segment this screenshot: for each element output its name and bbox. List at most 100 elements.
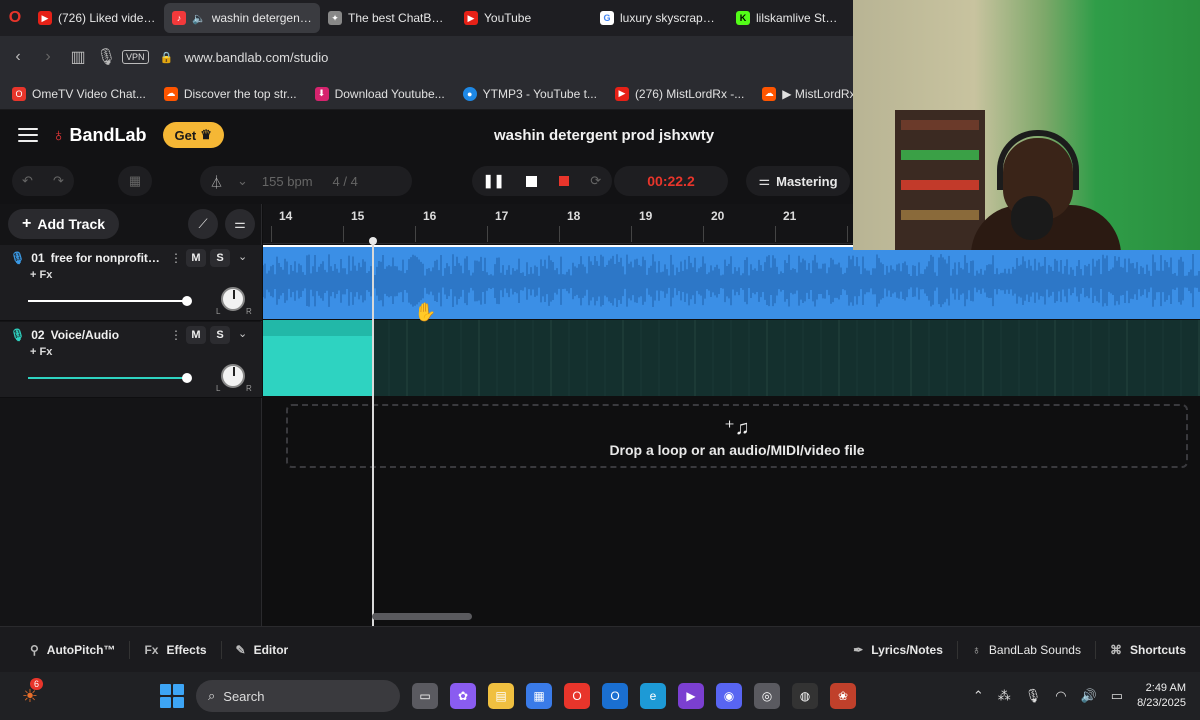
bar-tick — [775, 226, 776, 242]
horizontal-scrollbar[interactable] — [372, 613, 472, 620]
browser-tab[interactable]: K lilskamlive Strea — [728, 3, 848, 33]
file-explorer-icon[interactable]: ▤ — [488, 683, 514, 709]
pan-left-label: L — [216, 384, 221, 393]
opera-logo-icon[interactable]: O — [0, 9, 30, 27]
browser-tab[interactable]: ✦ The best ChatBot and — [320, 3, 456, 33]
shortcuts-button[interactable]: ⌘ Shortcuts — [1096, 643, 1200, 657]
pause-icon[interactable]: ❚❚ — [483, 173, 505, 189]
bar-number: 21 — [783, 209, 797, 223]
track-header[interactable]: 🎙 01 free for nonprofit js... ⋮ M S ⌄ + … — [0, 245, 262, 321]
bookmark-item[interactable]: ● YTMP3 - YouTube t... — [462, 86, 597, 101]
mixer-button[interactable]: ⚌ — [225, 209, 255, 239]
tab-title: YouTube — [484, 11, 532, 25]
mute-button[interactable]: M — [186, 249, 206, 267]
effects-button[interactable]: Fx Effects — [130, 643, 220, 657]
clipchamp-icon[interactable]: ▶ — [678, 683, 704, 709]
taskbar-search[interactable]: ⌕ Search — [196, 680, 400, 712]
record-icon[interactable] — [558, 176, 569, 186]
copilot-icon[interactable]: ✿ — [450, 683, 476, 709]
bandlab-logo[interactable]: ♁ BandLab — [52, 125, 147, 146]
browser-tab[interactable]: ▶ YouTube — [456, 3, 592, 33]
undo-icon[interactable]: ↶ — [22, 173, 33, 189]
battery-icon[interactable]: ▭ — [1111, 688, 1123, 704]
add-fx-button[interactable]: + Fx — [30, 269, 52, 281]
track-lane-1[interactable] — [262, 245, 1200, 319]
app-icon[interactable]: ❀ — [830, 683, 856, 709]
chevron-down-icon[interactable]: ⌄ — [238, 327, 247, 340]
track-name[interactable]: free for nonprofit js... — [51, 251, 163, 265]
more-options-icon[interactable]: ⋮ — [170, 251, 182, 265]
outlook-icon[interactable]: O — [602, 683, 628, 709]
discord-icon[interactable]: ◉ — [716, 683, 742, 709]
bluetooth-icon[interactable]: ⁂ — [998, 688, 1011, 704]
opera-icon[interactable]: O — [564, 683, 590, 709]
stop-icon[interactable] — [526, 175, 538, 187]
track-lane-2[interactable] — [263, 320, 1200, 396]
audio-clip[interactable] — [263, 320, 373, 396]
obs-icon[interactable]: ◍ — [792, 683, 818, 709]
automation-button[interactable]: ⟋ — [188, 209, 218, 239]
bandlab-sounds-button[interactable]: ♁ BandLab Sounds — [958, 643, 1095, 657]
volume-fill — [28, 300, 186, 302]
browser-tab[interactable]: ▶ (726) Liked videos - Yo — [30, 3, 164, 33]
clock[interactable]: 2:49 AM 8/23/2025 — [1137, 681, 1186, 711]
volume-handle[interactable] — [182, 373, 192, 383]
browser-tab-active[interactable]: ♪ 🔈 washin detergent prod — [164, 3, 320, 33]
volume-handle[interactable] — [182, 296, 192, 306]
camera-icon[interactable]: ◎ — [754, 683, 780, 709]
time-signature[interactable]: 4 / 4 — [323, 174, 368, 189]
playhead[interactable] — [372, 240, 374, 626]
track-name[interactable]: Voice/Audio — [51, 328, 163, 342]
mute-button[interactable]: M — [186, 326, 206, 344]
vpn-badge[interactable]: VPN — [122, 50, 149, 64]
chevron-up-icon[interactable]: ⌃ — [973, 688, 984, 704]
bpm-field[interactable]: 155 bpm — [252, 174, 323, 189]
more-options-icon[interactable]: ⋮ — [170, 328, 182, 342]
drop-zone[interactable]: ⁺♫ Drop a loop or an audio/MIDI/video fi… — [286, 404, 1188, 468]
add-fx-button[interactable]: + Fx — [30, 346, 52, 358]
forward-icon[interactable]: › — [40, 48, 56, 66]
get-membership-button[interactable]: Get ♛ — [162, 122, 224, 148]
bookmark-item[interactable]: O OmeTV Video Chat... — [12, 86, 146, 101]
wifi-icon[interactable]: ◠ — [1055, 688, 1066, 704]
lyrics-notes-button[interactable]: ✒ Lyrics/Notes — [839, 643, 957, 657]
editor-button[interactable]: ✎ Editor — [222, 643, 303, 657]
back-icon[interactable]: ‹ — [10, 48, 26, 66]
url-text[interactable]: www.bandlab.com/studio — [185, 50, 329, 65]
bookmark-item[interactable]: ☁ Discover the top str... — [163, 86, 297, 101]
track-header[interactable]: 🎙 02 Voice/Audio ⋮ M S ⌄ + Fx L R — [0, 322, 262, 398]
grid-button[interactable]: ▦ — [118, 166, 152, 196]
mastering-button[interactable]: ⚌ Mastering — [746, 166, 850, 196]
redo-icon[interactable]: ↷ — [53, 173, 64, 189]
volume-slider[interactable] — [28, 373, 192, 383]
project-title[interactable]: washin detergent prod jshxwty — [494, 127, 714, 144]
pan-knob[interactable] — [221, 364, 245, 388]
chevron-down-icon[interactable]: ⌄ — [233, 173, 252, 189]
solo-button[interactable]: S — [210, 249, 230, 267]
solo-button[interactable]: S — [210, 326, 230, 344]
add-track-button[interactable]: + Add Track — [8, 209, 120, 239]
split-view-icon[interactable]: ▥ — [70, 47, 86, 67]
mic-icon[interactable]: 🎙 — [96, 47, 116, 67]
microphone-icon[interactable]: 🎙 — [1025, 688, 1042, 704]
windows-start-icon[interactable] — [160, 684, 184, 708]
playhead-handle[interactable] — [369, 237, 377, 245]
search-icon: ⌕ — [208, 688, 216, 703]
bookmark-item[interactable]: ⬇ Download Youtube... — [314, 86, 445, 101]
waveform — [262, 245, 1200, 308]
widgets-button[interactable]: ☀ 6 — [0, 677, 60, 707]
autopitch-button[interactable]: ⚲ AutoPitch™ — [0, 643, 129, 657]
metronome-icon[interactable]: ⏃ — [200, 172, 233, 191]
task-view-icon[interactable]: ▭ — [412, 683, 438, 709]
menu-icon[interactable] — [18, 128, 38, 142]
pan-knob[interactable] — [221, 287, 245, 311]
edge-icon[interactable]: e — [640, 683, 666, 709]
browser-tab[interactable]: G luxury skyscraper apts — [592, 3, 728, 33]
volume-slider[interactable] — [28, 296, 192, 306]
chevron-down-icon[interactable]: ⌄ — [238, 250, 247, 263]
bar-tick — [271, 226, 272, 242]
bookmark-item[interactable]: ▶ (276) MistLordRx -... — [614, 86, 744, 101]
volume-icon[interactable]: 🔊 — [1081, 688, 1097, 704]
loop-icon[interactable]: ⟳ — [590, 173, 601, 189]
microsoft-store-icon[interactable]: ▦ — [526, 683, 552, 709]
